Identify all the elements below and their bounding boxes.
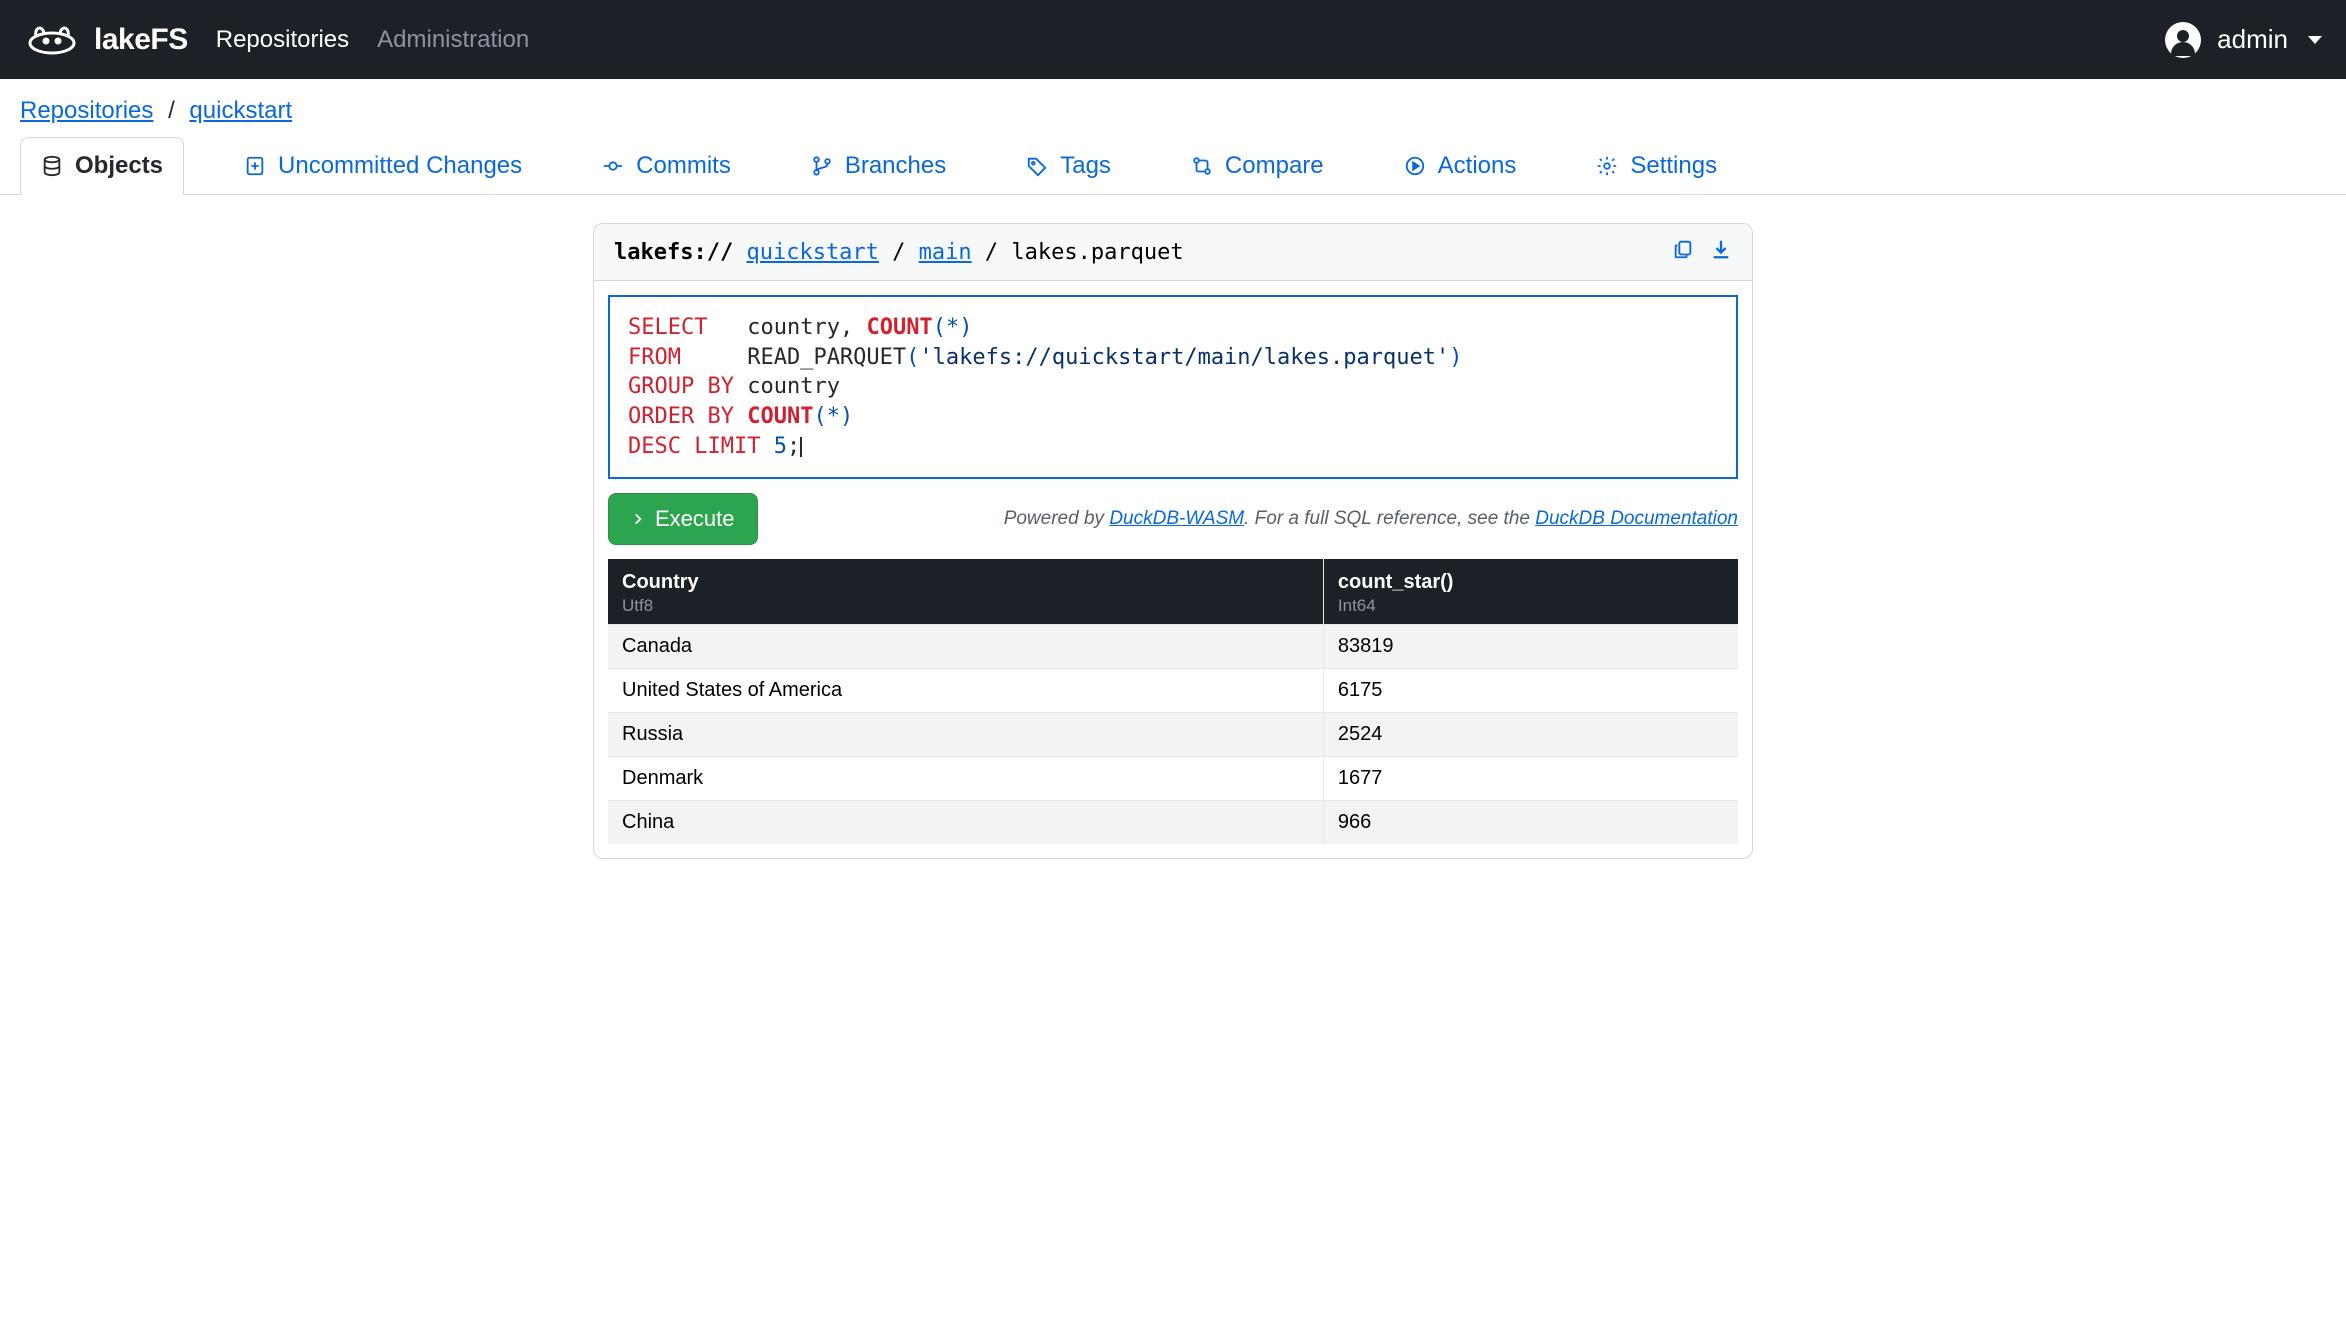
table-header: CountryUtf8 <box>608 559 1323 625</box>
table-row: Russia2524 <box>608 713 1738 757</box>
brand[interactable]: lakeFS <box>24 17 188 62</box>
tag-icon <box>1026 155 1048 177</box>
table-header: count_star()Int64 <box>1323 559 1738 625</box>
chevron-down-icon <box>2308 36 2322 44</box>
table-row: United States of America6175 <box>608 669 1738 713</box>
download-icon[interactable] <box>1710 238 1732 266</box>
compare-icon <box>1191 155 1213 177</box>
play-circle-icon <box>1404 155 1426 177</box>
username: admin <box>2217 24 2288 55</box>
gear-icon <box>1596 155 1618 177</box>
path-ref[interactable]: main <box>919 240 972 265</box>
tabs: Objects Uncommitted Changes Commits Bran… <box>0 137 2346 195</box>
tab-tags-label: Tags <box>1060 152 1111 180</box>
table-row: Canada83819 <box>608 625 1738 669</box>
brand-text: lakeFS <box>94 23 188 57</box>
chevron-right-icon <box>631 506 645 532</box>
tab-compare-label: Compare <box>1225 152 1324 180</box>
tab-objects[interactable]: Objects <box>20 137 184 195</box>
execute-button[interactable]: Execute <box>608 493 758 545</box>
sql-editor[interactable]: SELECT country, COUNT(*) FROM READ_PARQU… <box>608 295 1738 479</box>
avatar-icon <box>2165 22 2201 58</box>
result-table: CountryUtf8count_star()Int64 Canada83819… <box>608 559 1738 844</box>
tab-settings-label: Settings <box>1630 152 1717 180</box>
table-row: China966 <box>608 801 1738 845</box>
git-branch-icon <box>811 155 833 177</box>
tab-commits-label: Commits <box>636 152 731 180</box>
database-icon <box>41 155 63 177</box>
table-row: Denmark1677 <box>608 757 1738 801</box>
duckdb-docs-link[interactable]: DuckDB Documentation <box>1535 508 1738 529</box>
path-bar: lakefs:// quickstart / main / lakes.parq… <box>594 224 1752 281</box>
tab-commits[interactable]: Commits <box>582 138 751 194</box>
tab-uncommitted-label: Uncommitted Changes <box>278 152 522 180</box>
navbar-left: lakeFS Repositories Administration <box>24 17 529 62</box>
nav-administration[interactable]: Administration <box>377 26 529 54</box>
path-repo[interactable]: quickstart <box>746 240 878 265</box>
copy-icon[interactable] <box>1672 238 1694 266</box>
duckdb-wasm-link[interactable]: DuckDB-WASM <box>1109 508 1244 529</box>
tab-compare[interactable]: Compare <box>1171 138 1344 194</box>
tab-tags[interactable]: Tags <box>1006 138 1131 194</box>
tab-uncommitted[interactable]: Uncommitted Changes <box>224 138 542 194</box>
breadcrumb-repo[interactable]: quickstart <box>189 97 292 124</box>
git-commit-icon <box>602 155 624 177</box>
object-panel: lakefs:// quickstart / main / lakes.parq… <box>593 223 1753 859</box>
path-file: lakes.parquet <box>1011 240 1183 265</box>
breadcrumb-sep: / <box>168 97 175 124</box>
user-menu[interactable]: admin <box>2165 22 2322 58</box>
tab-actions-label: Actions <box>1438 152 1517 180</box>
powered-by: Powered by DuckDB-WASM. For a full SQL r… <box>1004 508 1738 530</box>
tab-actions[interactable]: Actions <box>1384 138 1537 194</box>
tab-branches-label: Branches <box>845 152 946 180</box>
navbar: lakeFS Repositories Administration admin <box>0 0 2346 79</box>
execute-label: Execute <box>655 506 735 532</box>
nav-repositories[interactable]: Repositories <box>216 26 349 54</box>
breadcrumb: Repositories / quickstart <box>0 79 2346 137</box>
tab-objects-label: Objects <box>75 152 163 180</box>
logo-icon <box>24 17 80 62</box>
tab-branches[interactable]: Branches <box>791 138 966 194</box>
diff-added-icon <box>244 155 266 177</box>
path-scheme: lakefs:// <box>614 240 733 265</box>
tab-settings[interactable]: Settings <box>1576 138 1737 194</box>
breadcrumb-repositories[interactable]: Repositories <box>20 97 153 124</box>
